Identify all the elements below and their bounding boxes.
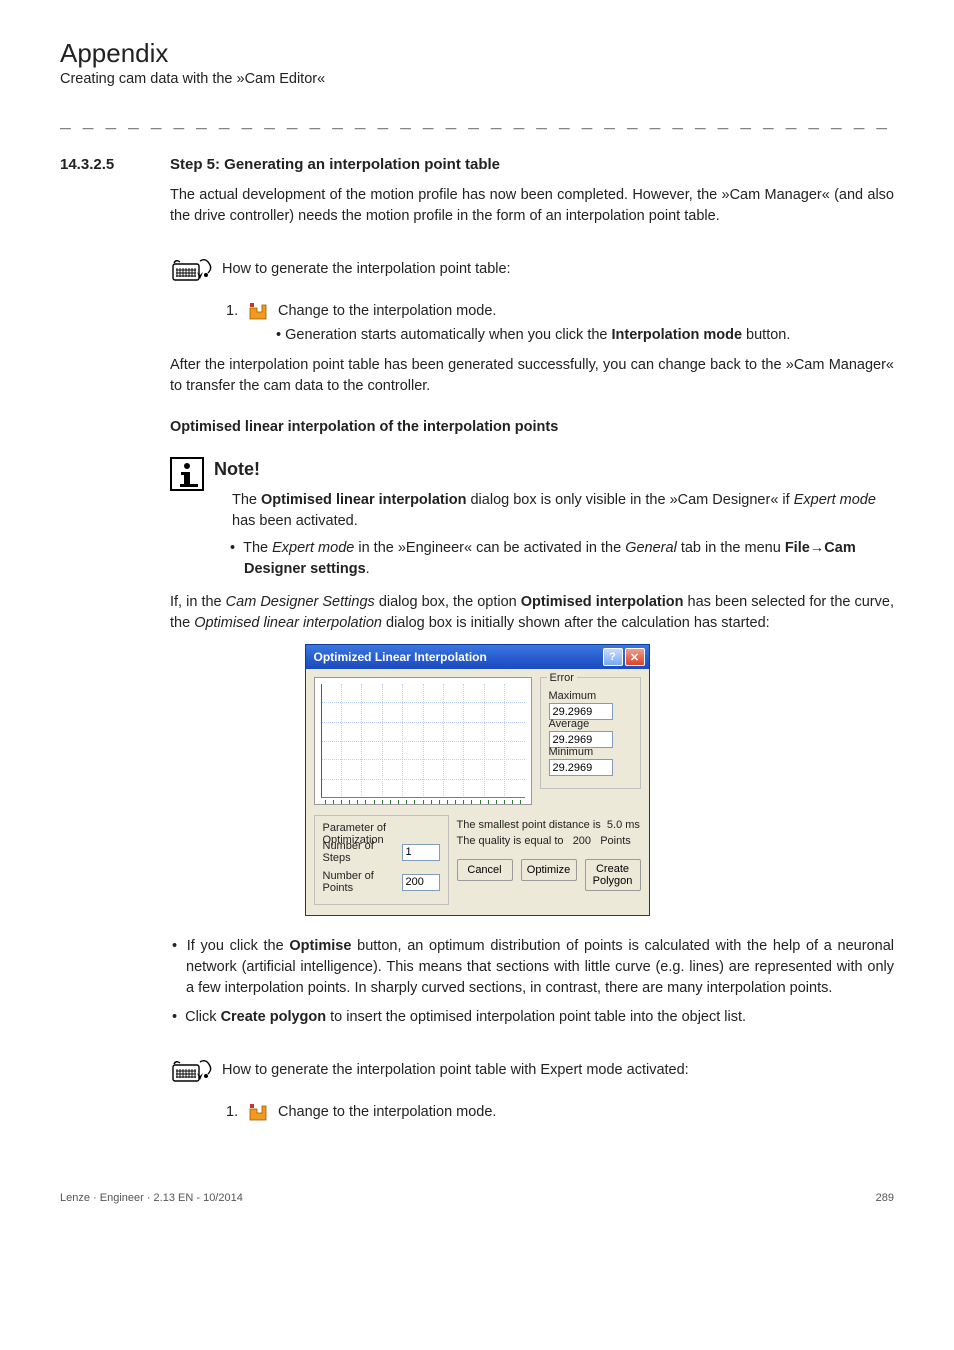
error-avg-label: Average bbox=[549, 718, 632, 730]
dialog-close-button[interactable]: ✕ bbox=[625, 648, 645, 666]
procedure-icon bbox=[170, 1056, 214, 1084]
section-title: Step 5: Generating an interpolation poin… bbox=[170, 156, 500, 173]
pre-dialog-paragraph: If, in the Cam Designer Settings dialog … bbox=[170, 592, 894, 634]
note-paragraph: The Optimised linear interpolation dialo… bbox=[232, 490, 894, 532]
cancel-button[interactable]: Cancel bbox=[457, 859, 513, 881]
graph-y-axis bbox=[321, 684, 322, 798]
step-1: 1. Change to the interpolation mode. bbox=[226, 301, 894, 321]
page-header: Appendix Creating cam data with the »Cam… bbox=[60, 38, 894, 87]
steps-list-1: 1. Change to the interpolation mode. Gen… bbox=[226, 301, 894, 343]
after-step-paragraph: After the interpolation point table has … bbox=[170, 355, 894, 397]
step-sub-bullet: Generation starts automatically when you… bbox=[276, 327, 894, 343]
stat-line-2: The quality is equal to 200 Points bbox=[457, 835, 641, 847]
divider-dashes: _ _ _ _ _ _ _ _ _ _ _ _ _ _ _ _ _ _ _ _ … bbox=[60, 109, 894, 130]
step-number: 1. bbox=[226, 1104, 248, 1120]
optimize-button[interactable]: Optimize bbox=[521, 859, 577, 881]
howto-text-2: How to generate the interpolation point … bbox=[222, 1062, 689, 1078]
steps-label: Number of Steps bbox=[323, 840, 402, 864]
error-min-input[interactable] bbox=[549, 759, 613, 776]
steps-list-2: 1. Change to the interpolation mode. bbox=[226, 1102, 894, 1122]
procedure-icon bbox=[170, 255, 214, 283]
page-footer: Lenze · Engineer · 2.13 EN - 10/2014 289 bbox=[60, 1192, 894, 1204]
footer-page-number: 289 bbox=[876, 1192, 894, 1204]
section-heading-row: 14.3.2.5 Step 5: Generating an interpola… bbox=[60, 156, 894, 173]
note-bullet: The Expert mode in the »Engineer« can be… bbox=[244, 538, 894, 580]
create-polygon-button[interactable]: Create Polygon bbox=[585, 859, 641, 891]
info-icon bbox=[170, 457, 204, 491]
dialog-titlebar[interactable]: Optimized Linear Interpolation ? ✕ bbox=[306, 645, 649, 669]
section-number: 14.3.2.5 bbox=[60, 156, 170, 173]
error-legend: Error bbox=[547, 672, 577, 684]
step-number: 1. bbox=[226, 303, 248, 319]
points-label: Number of Points bbox=[323, 870, 402, 894]
page-title: Appendix bbox=[60, 38, 894, 69]
stat-line-1: The smallest point distance is 5.0 ms bbox=[457, 819, 641, 831]
error-fieldset: Error Maximum Average Minimum bbox=[540, 677, 641, 789]
error-min-label: Minimum bbox=[549, 746, 632, 758]
interpolation-mode-icon bbox=[248, 1102, 268, 1122]
parameter-optimization-fieldset: Parameter of Optimization Number of Step… bbox=[314, 815, 449, 905]
footer-left: Lenze · Engineer · 2.13 EN - 10/2014 bbox=[60, 1192, 243, 1204]
step-1b: 1. Change to the interpolation mode. bbox=[226, 1102, 894, 1122]
after-bullet-2: Click Create polygon to insert the optim… bbox=[186, 1007, 894, 1028]
howto-text-1: How to generate the interpolation point … bbox=[222, 261, 511, 277]
error-max-label: Maximum bbox=[549, 690, 632, 702]
dialog-title: Optimized Linear Interpolation bbox=[314, 650, 601, 664]
after-bullet-1: If you click the Optimise button, an opt… bbox=[186, 936, 894, 999]
note-box: Note! The Optimised linear interpolation… bbox=[170, 455, 894, 580]
howto-row-1: How to generate the interpolation point … bbox=[170, 255, 894, 283]
steps-input[interactable] bbox=[402, 844, 440, 861]
step-text: Change to the interpolation mode. bbox=[278, 1104, 496, 1120]
step-text: Change to the interpolation mode. bbox=[278, 303, 496, 319]
howto-row-2: How to generate the interpolation point … bbox=[170, 1056, 894, 1084]
points-input[interactable] bbox=[402, 874, 440, 891]
dialog-help-button[interactable]: ? bbox=[603, 648, 623, 666]
note-title: Note! bbox=[214, 459, 894, 480]
dialog-graph-area bbox=[314, 677, 532, 805]
interpolation-mode-icon bbox=[248, 301, 268, 321]
intro-paragraph: The actual development of the motion pro… bbox=[170, 185, 894, 227]
dialog-optimized-linear-interpolation: Optimized Linear Interpolation ? ✕ bbox=[305, 644, 650, 916]
subheading-optimised: Optimised linear interpolation of the in… bbox=[170, 419, 894, 435]
page-subtitle: Creating cam data with the »Cam Editor« bbox=[60, 71, 894, 87]
